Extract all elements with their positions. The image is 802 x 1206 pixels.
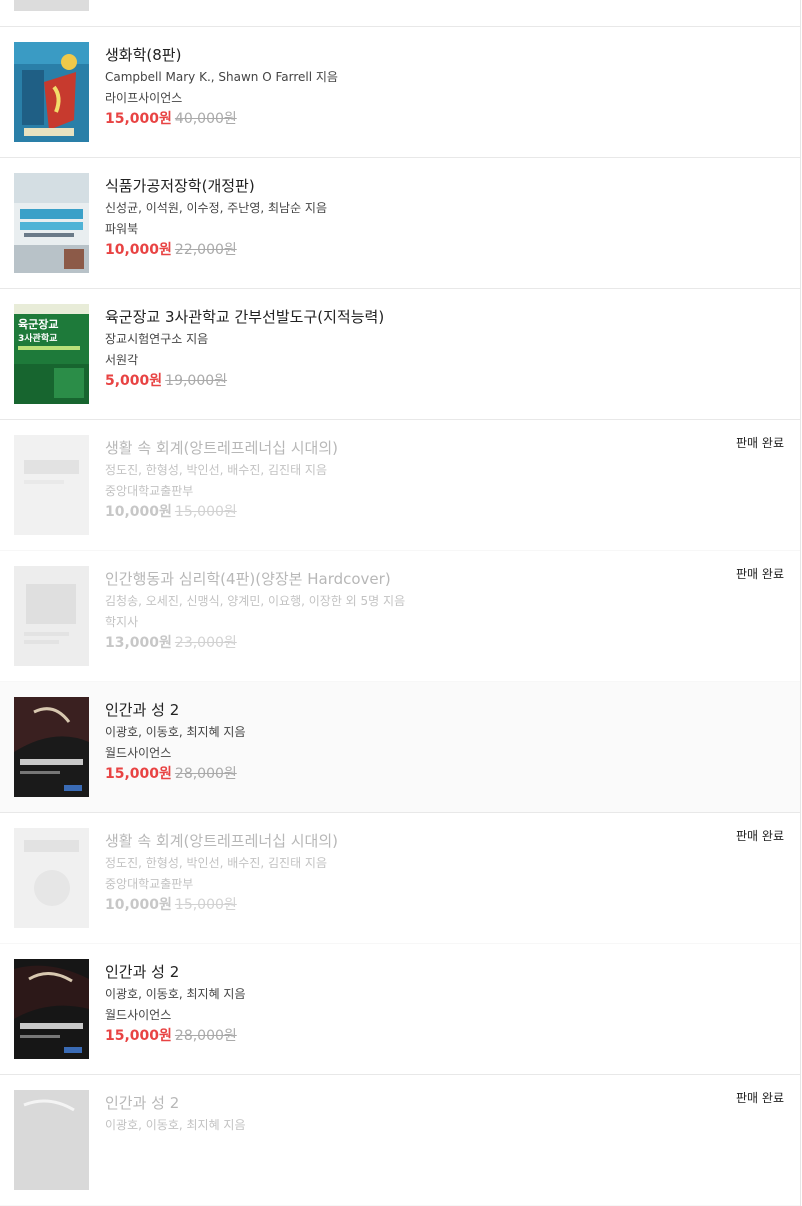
book-publisher: 월드사이언스 [105, 1008, 172, 1022]
book-title[interactable]: 식품가공저장학(개정판) [105, 175, 255, 196]
original-price: 22,000원 [174, 242, 237, 258]
price-row: 15,000원 28,000원 [105, 763, 237, 783]
human-sexuality-cover-icon [14, 697, 89, 797]
human-sexuality-cover-icon [14, 959, 89, 1059]
book-author: Campbell Mary K., Shawn O Farrell 지음 [105, 70, 338, 84]
book-item[interactable]: 인간행동과 심리학(4판)(양장본 Hardcover) 김청송, 오세진, 신… [0, 551, 800, 682]
price-row: 10,000원 22,000원 [105, 239, 237, 259]
book-author: 김청송, 오세진, 신맹식, 양계민, 이요행, 이장한 외 5명 지음 [105, 594, 406, 608]
book-author: 이광호, 이동호, 최지혜 지음 [105, 987, 246, 1001]
sale-price: 15,000원 [105, 1028, 172, 1044]
book-author: 장교시험연구소 지음 [105, 332, 209, 346]
sold-out-badge: 판매 완료 [736, 567, 784, 581]
sale-price: 13,000원 [105, 635, 172, 651]
accounting-cover-icon [14, 828, 89, 928]
price-row: 5,000원 19,000원 [105, 370, 227, 390]
book-publisher: 중앙대학교출판부 [105, 484, 194, 498]
book-publisher: 중앙대학교출판부 [105, 877, 194, 891]
book-item[interactable]: 생활 속 회계(앙트레프레너십 시대의) 정도진, 한형성, 박인선, 배수진,… [0, 420, 800, 551]
book-item[interactable]: 생화학(8판) Campbell Mary K., Shawn O Farrel… [0, 27, 800, 158]
book-title[interactable]: 인간행동과 심리학(4판)(양장본 Hardcover) [105, 568, 391, 589]
sale-price: 15,000원 [105, 111, 172, 127]
sale-price: 15,000원 [105, 766, 172, 782]
book-publisher: 월드사이언스 [105, 746, 172, 760]
book-author: 이광호, 이동호, 최지혜 지음 [105, 1118, 246, 1132]
book-title[interactable]: 생화학(8판) [105, 44, 181, 65]
book-item[interactable]: 식품가공저장학(개정판) 신성균, 이석원, 이수정, 주난영, 최남순 지음 … [0, 158, 800, 289]
book-title[interactable]: 생활 속 회계(앙트레프레너십 시대의) [105, 437, 338, 458]
original-price: 19,000원 [165, 373, 228, 389]
book-item[interactable]: 육군장교 3사관학교 육군장교 3사관학교 간부선발도구(지적능력) 장교시험연… [0, 289, 800, 420]
book-item[interactable]: 생활 속 회계(앙트레프레너십 시대의) 정도진, 한형성, 박인선, 배수진,… [0, 813, 800, 944]
price-row: 13,000원 23,000원 [105, 632, 237, 652]
sold-out-badge: 판매 완료 [736, 1091, 784, 1105]
original-price: 28,000원 [174, 1028, 237, 1044]
book-list: 생화학(8판) Campbell Mary K., Shawn O Farrel… [0, 0, 801, 1206]
book-author: 이광호, 이동호, 최지혜 지음 [105, 725, 246, 739]
sale-price: 10,000원 [105, 242, 172, 258]
book-item[interactable]: 인간과 성 2 이광호, 이동호, 최지혜 지음 월드사이언스 15,000원 2… [0, 944, 800, 1075]
original-price: 28,000원 [174, 766, 237, 782]
book-item[interactable]: 인간과 성 2 이광호, 이동호, 최지혜 지음 월드사이언스 15,000원 2… [0, 682, 800, 813]
army-officer-cover-icon: 육군장교 3사관학교 [14, 304, 89, 404]
original-price: 15,000원 [174, 504, 237, 520]
book-publisher: 서원각 [105, 353, 139, 367]
book-publisher: 라이프사이언스 [105, 91, 183, 105]
list-item-partial[interactable] [0, 0, 800, 27]
book-thumbnail [14, 0, 89, 11]
original-price: 40,000원 [174, 111, 237, 127]
sold-out-badge: 판매 완료 [736, 436, 784, 450]
sale-price: 5,000원 [105, 373, 163, 389]
sale-price: 10,000원 [105, 504, 172, 520]
book-title[interactable]: 육군장교 3사관학교 간부선발도구(지적능력) [105, 306, 384, 327]
book-item[interactable]: 인간과 성 2 이광호, 이동호, 최지혜 지음 [0, 1075, 800, 1206]
price-row: 10,000원 15,000원 [105, 894, 237, 914]
book-author: 정도진, 한형성, 박인선, 배수진, 김진태 지음 [105, 856, 328, 870]
book-title[interactable]: 생활 속 회계(앙트레프레너십 시대의) [105, 830, 338, 851]
biochemistry-cover-icon [14, 42, 89, 142]
book-title[interactable]: 인간과 성 2 [105, 1092, 179, 1113]
book-publisher: 학지사 [105, 615, 139, 629]
book-author: 신성균, 이석원, 이수정, 주난영, 최남순 지음 [105, 201, 328, 215]
cover-subtitle-text: 3사관학교 [18, 332, 57, 344]
accounting-cover-icon [14, 435, 89, 535]
price-row: 15,000원 28,000원 [105, 1025, 237, 1045]
sold-out-badge: 판매 완료 [736, 829, 784, 843]
cover-title-text: 육군장교 [18, 317, 58, 331]
psychology-cover-icon [14, 566, 89, 666]
book-author: 정도진, 한형성, 박인선, 배수진, 김진태 지음 [105, 463, 328, 477]
food-processing-cover-icon [14, 173, 89, 273]
original-price: 15,000원 [174, 897, 237, 913]
sale-price: 10,000원 [105, 897, 172, 913]
price-row: 10,000원 15,000원 [105, 501, 237, 521]
book-publisher: 파워북 [105, 222, 139, 236]
original-price: 23,000원 [174, 635, 237, 651]
book-title[interactable]: 인간과 성 2 [105, 699, 179, 720]
price-row: 15,000원 40,000원 [105, 108, 237, 128]
book-title[interactable]: 인간과 성 2 [105, 961, 179, 982]
human-sexuality-cover-icon [14, 1090, 89, 1190]
